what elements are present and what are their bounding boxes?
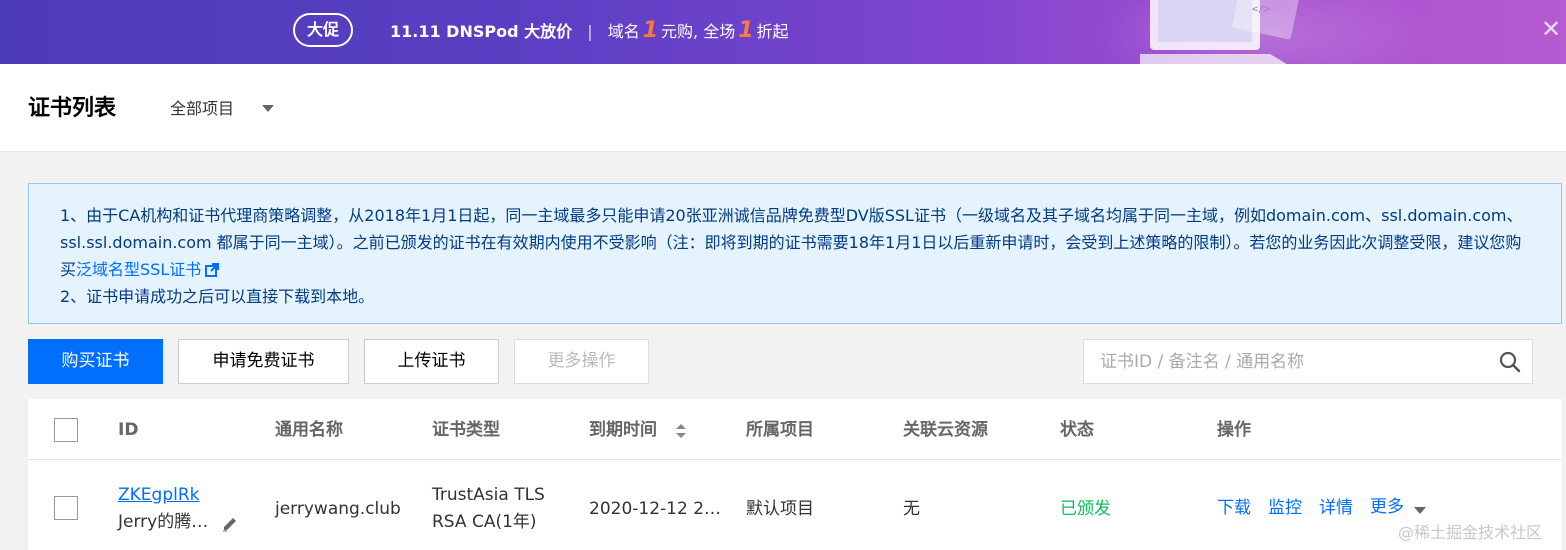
more-actions-button[interactable]: 更多操作 bbox=[514, 339, 649, 384]
monitor-link[interactable]: 监控 bbox=[1268, 495, 1302, 522]
notice-text-1: 1、由于CA机构和证书代理商策略调整，从2018年1月1日起，同一主域最多只能申… bbox=[60, 206, 1523, 279]
download-link[interactable]: 下载 bbox=[1217, 495, 1251, 522]
apply-free-certificate-button[interactable]: 申请免费证书 bbox=[178, 339, 349, 384]
watermark: @稀土掘金技术社区 bbox=[1398, 523, 1543, 542]
promo-banner[interactable]: </> 大促 11.11 DNSPod 大放价 | 域名 1 元购, 全场 1 折起 ✕ bbox=[0, 0, 1566, 64]
promo-discount-text: 折起 bbox=[756, 22, 789, 41]
project-selector[interactable]: 全部项目 bbox=[170, 97, 234, 121]
certificate-remark: Jerry的腾… bbox=[118, 512, 209, 532]
select-all-checkbox[interactable] bbox=[54, 418, 78, 442]
status-badge: 已颁发 bbox=[1060, 499, 1111, 519]
column-header-operations: 操作 bbox=[1217, 420, 1251, 440]
column-header-project: 所属项目 bbox=[746, 420, 814, 440]
cloud-resources-cell: 无 bbox=[903, 499, 920, 519]
cert-type-line-2: RSA CA(1年) bbox=[432, 512, 537, 532]
wildcard-ssl-link[interactable]: 泛域名型SSL证书 bbox=[76, 260, 201, 279]
details-link[interactable]: 详情 bbox=[1319, 495, 1353, 522]
table-header: ID 通用名称 证书类型 到期时间 所属项目 关联云资源 状态 操作 bbox=[28, 399, 1562, 460]
page-header: 证书列表 全部项目 bbox=[0, 64, 1566, 152]
expire-time-cell: 2020-12-12 2… bbox=[589, 499, 722, 519]
promo-highlight-1: 1 bbox=[642, 18, 659, 43]
upload-certificate-button[interactable]: 上传证书 bbox=[364, 339, 499, 384]
more-link[interactable]: 更多 bbox=[1370, 494, 1404, 521]
search-input[interactable] bbox=[1084, 340, 1484, 383]
search-icon[interactable] bbox=[1498, 350, 1522, 374]
column-header-id: ID bbox=[118, 420, 139, 440]
column-header-expire-time[interactable]: 到期时间 bbox=[589, 419, 657, 441]
column-header-status: 状态 bbox=[1060, 420, 1094, 440]
promo-badge: 大促 bbox=[293, 13, 353, 47]
chevron-down-icon[interactable] bbox=[1414, 507, 1426, 514]
buy-certificate-button[interactable]: 购买证书 bbox=[28, 339, 163, 384]
column-header-common-name: 通用名称 bbox=[275, 420, 343, 440]
search-box[interactable] bbox=[1083, 339, 1533, 384]
promo-domain-text: 域名 bbox=[607, 22, 640, 41]
notice-line-1: 1、由于CA机构和证书代理商策略调整，从2018年1月1日起，同一主域最多只能申… bbox=[60, 202, 1531, 283]
close-icon[interactable]: ✕ bbox=[1536, 14, 1566, 44]
common-name-cell: jerrywang.club bbox=[275, 499, 401, 519]
certificate-table: ID 通用名称 证书类型 到期时间 所属项目 关联云资源 状态 操作 ZKEgp… bbox=[28, 399, 1562, 550]
promo-text[interactable]: 11.11 DNSPod 大放价 | 域名 1 元购, 全场 1 折起 bbox=[390, 20, 789, 43]
row-checkbox[interactable] bbox=[54, 496, 78, 520]
column-header-cert-type: 证书类型 bbox=[432, 420, 500, 440]
cert-type-line-1: TrustAsia TLS bbox=[432, 485, 545, 505]
table-row: ZKEgplRk Jerry的腾… jerrywang.club TrustAs… bbox=[28, 461, 1562, 550]
sort-icon[interactable] bbox=[675, 423, 687, 439]
promo-highlight-2: 1 bbox=[738, 18, 754, 43]
external-link-icon[interactable] bbox=[205, 263, 220, 277]
laptop-illustration: </> bbox=[1140, 0, 1300, 64]
promo-title: 11.11 DNSPod 大放价 bbox=[390, 22, 573, 41]
promo-all-text: 元购, 全场 bbox=[661, 22, 736, 41]
column-header-cloud-resources: 关联云资源 bbox=[903, 420, 988, 440]
chevron-down-icon[interactable] bbox=[262, 105, 274, 112]
notice-box: 1、由于CA机构和证书代理商策略调整，从2018年1月1日起，同一主域最多只能申… bbox=[28, 183, 1562, 324]
project-cell: 默认项目 bbox=[746, 499, 814, 519]
page-title: 证书列表 bbox=[28, 96, 117, 121]
promo-separator: | bbox=[587, 22, 593, 41]
certificate-id-link[interactable]: ZKEgplRk bbox=[118, 485, 200, 505]
edit-pencil-icon[interactable] bbox=[221, 515, 239, 533]
svg-text:</>: </> bbox=[1252, 4, 1270, 15]
notice-line-2: 2、证书申请成功之后可以直接下载到本地。 bbox=[60, 287, 375, 306]
